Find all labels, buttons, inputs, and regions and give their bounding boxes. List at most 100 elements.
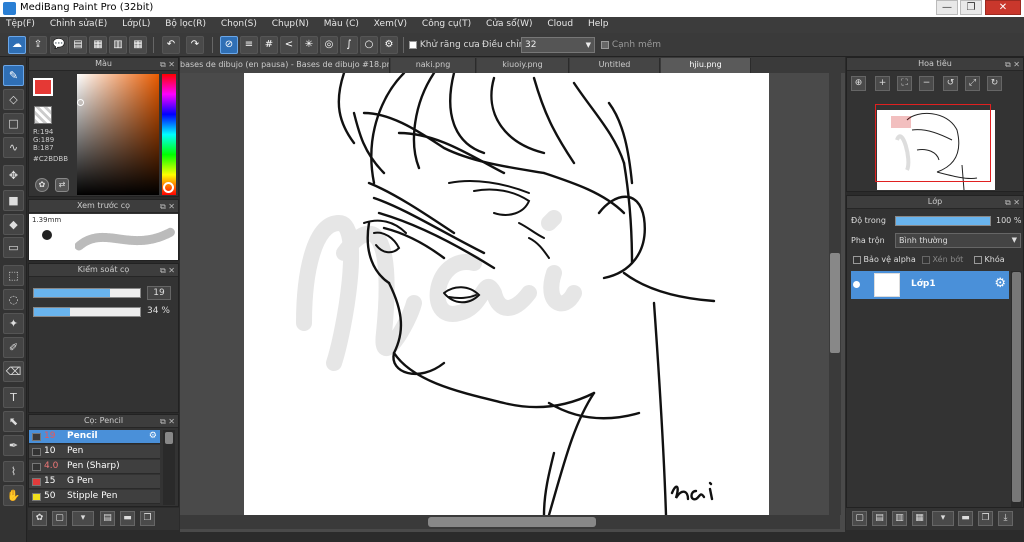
panel-close-icon[interactable]: ⧉ ✕ [1005, 59, 1020, 71]
canvas-vertical-scrollbar[interactable] [829, 73, 841, 515]
panel-close-icon[interactable]: ⧉ ✕ [1005, 197, 1020, 209]
new-1bit-layer-icon[interactable]: ▦ [912, 511, 927, 526]
zoom-in-icon[interactable]: + [875, 76, 890, 91]
menu-select[interactable]: Chọn(S) [215, 17, 263, 29]
fit-window-icon[interactable]: ⤢ [965, 76, 980, 91]
new-brush-icon[interactable]: ▢ [52, 511, 67, 526]
merge-layer-icon[interactable]: ⤓ [998, 511, 1013, 526]
adjust-select[interactable]: 32 ▼ [521, 37, 595, 53]
select-eraser-icon[interactable]: ⌫ [3, 361, 24, 382]
lock-checkbox[interactable] [974, 255, 982, 264]
menu-color[interactable]: Màu (C) [318, 17, 365, 29]
undo-button[interactable]: ↶ [162, 36, 180, 54]
tab-untitled[interactable]: Untitled [570, 58, 660, 73]
blend-mode-select[interactable]: Bình thường ▼ [895, 233, 1021, 248]
scrollbar-thumb[interactable] [1012, 272, 1021, 502]
menu-cloud[interactable]: Cloud [541, 17, 579, 29]
tab-bases-de-dibujo[interactable]: bases de dibujo (en pausa) - Bases de di… [180, 58, 390, 73]
zoom-fit-icon[interactable]: ⊕ [851, 76, 866, 91]
message-icon[interactable]: ▤ [69, 36, 87, 54]
parallel-snap-icon[interactable]: ≡ [240, 36, 258, 54]
restore-button[interactable]: ❐ [960, 0, 982, 15]
new-halftone-layer-icon[interactable]: ▤ [872, 511, 887, 526]
tab-kiuoiy[interactable]: kiuoiy.png [477, 58, 569, 73]
clipping-checkbox[interactable] [922, 255, 930, 264]
divide-tool-icon[interactable]: ✒ [3, 435, 24, 456]
menu-tools[interactable]: Công cụ(T) [416, 17, 477, 29]
grid-icon[interactable]: ▦ [129, 36, 147, 54]
soft-edge-toggle[interactable]: Cạnh mềm [601, 40, 661, 50]
palette-icon[interactable]: ✿ [35, 178, 49, 192]
snap-settings-icon[interactable]: ⚙ [380, 36, 398, 54]
foreground-color-swatch[interactable] [33, 78, 53, 96]
brush-item-pencil[interactable]: 19 Pencil ⚙ [29, 430, 160, 444]
canvas-horizontal-scrollbar[interactable] [180, 515, 840, 529]
blur-tool-icon[interactable]: ∿ [3, 137, 24, 158]
hand-tool-icon[interactable]: ✋ [3, 485, 24, 506]
gear-icon[interactable]: ⚙ [149, 430, 157, 443]
clipping-toggle[interactable]: Xén bớt [922, 255, 963, 264]
panel-close-icon[interactable]: ⧉ ✕ [160, 265, 175, 277]
snap-off-icon[interactable]: ⊘ [220, 36, 238, 54]
gradient-tool-icon[interactable]: ▭ [3, 237, 24, 258]
brush-item-pen-sharp[interactable]: 4.0 Pen (Sharp) [29, 460, 160, 474]
antialias-checkbox[interactable] [409, 40, 417, 49]
hue-slider-handle[interactable] [163, 182, 174, 193]
tab-naki[interactable]: naki.png [391, 58, 476, 73]
soft-edge-checkbox[interactable] [601, 40, 609, 49]
brush-list-scrollbar[interactable] [163, 430, 175, 505]
scrollbar-thumb[interactable] [830, 253, 840, 353]
scrollbar-thumb[interactable] [428, 517, 596, 527]
burst-snap-icon[interactable]: ✳ [300, 36, 318, 54]
radial-snap-icon[interactable]: < [280, 36, 298, 54]
layer-list-scrollbar[interactable] [1011, 271, 1022, 507]
actual-size-icon[interactable]: ⛶ [897, 76, 912, 91]
add-brush-icon[interactable]: ✿ [32, 511, 47, 526]
navigator-thumbnail[interactable] [875, 104, 995, 191]
share-icon[interactable]: ⇪ [29, 36, 47, 54]
curve-snap-icon[interactable]: ∫ [340, 36, 358, 54]
antialias-toggle[interactable]: Khử răng cưa [409, 40, 480, 50]
gear-icon[interactable]: ⚙ [994, 276, 1006, 291]
zoom-out-icon[interactable]: − [919, 76, 934, 91]
visibility-icon[interactable] [853, 281, 860, 288]
panel-close-icon[interactable]: ⧉ ✕ [160, 59, 175, 71]
hue-slider[interactable] [162, 74, 176, 195]
brush-menu-icon[interactable]: ▾ [72, 511, 94, 526]
duplicate-icon[interactable]: ❐ [140, 511, 155, 526]
drawing-canvas[interactable] [244, 73, 769, 515]
menu-view[interactable]: Xem(V) [368, 17, 413, 29]
close-button[interactable]: ✕ [985, 0, 1021, 15]
grid-snap-icon[interactable]: # [260, 36, 278, 54]
magic-wand-icon[interactable]: ✦ [3, 313, 24, 334]
brush-size-value[interactable]: 19 [147, 286, 171, 300]
shape-tool-icon[interactable]: ■ [3, 190, 24, 211]
dot-tool-icon[interactable]: □ [3, 113, 24, 134]
lock-toggle[interactable]: Khóa [974, 255, 1005, 264]
duplicate-layer-icon[interactable]: ❐ [978, 511, 993, 526]
panel-layout-icon[interactable]: ▥ [109, 36, 127, 54]
lasso-tool-icon[interactable]: ◌ [3, 289, 24, 310]
folder-icon[interactable]: ▬ [958, 511, 973, 526]
scrollbar-thumb[interactable] [165, 432, 173, 444]
brush-opacity-slider[interactable] [33, 307, 141, 317]
new-8bit-layer-icon[interactable]: ▥ [892, 511, 907, 526]
eyedropper-icon[interactable]: ⌇ [3, 461, 24, 482]
comment-icon[interactable]: 💬 [50, 36, 68, 54]
menu-file[interactable]: Tệp(F) [0, 17, 41, 29]
protect-alpha-toggle[interactable]: Bảo vệ alpha [853, 255, 916, 264]
brush-item-stipple-pen[interactable]: 50 Stipple Pen [29, 490, 160, 504]
saturation-value-picker[interactable] [77, 74, 159, 195]
bucket-tool-icon[interactable]: ◆ [3, 214, 24, 235]
viewport-indicator[interactable] [875, 104, 991, 182]
panel-close-icon[interactable]: ⧉ ✕ [160, 416, 175, 428]
menu-snap[interactable]: Chụp(N) [266, 17, 315, 29]
layer-row-layer1[interactable]: Lớp1 ⚙ [851, 271, 1009, 299]
color-swap-icon[interactable]: ⇄ [55, 178, 69, 192]
rotate-left-icon[interactable]: ↺ [943, 76, 958, 91]
panel-close-icon[interactable]: ⧉ ✕ [160, 201, 175, 213]
brush-tool-icon[interactable]: ✎ [3, 65, 24, 86]
brush-file-icon[interactable]: ▤ [100, 511, 115, 526]
brush-size-slider[interactable] [33, 288, 141, 298]
circle-snap-icon[interactable]: ○ [360, 36, 378, 54]
